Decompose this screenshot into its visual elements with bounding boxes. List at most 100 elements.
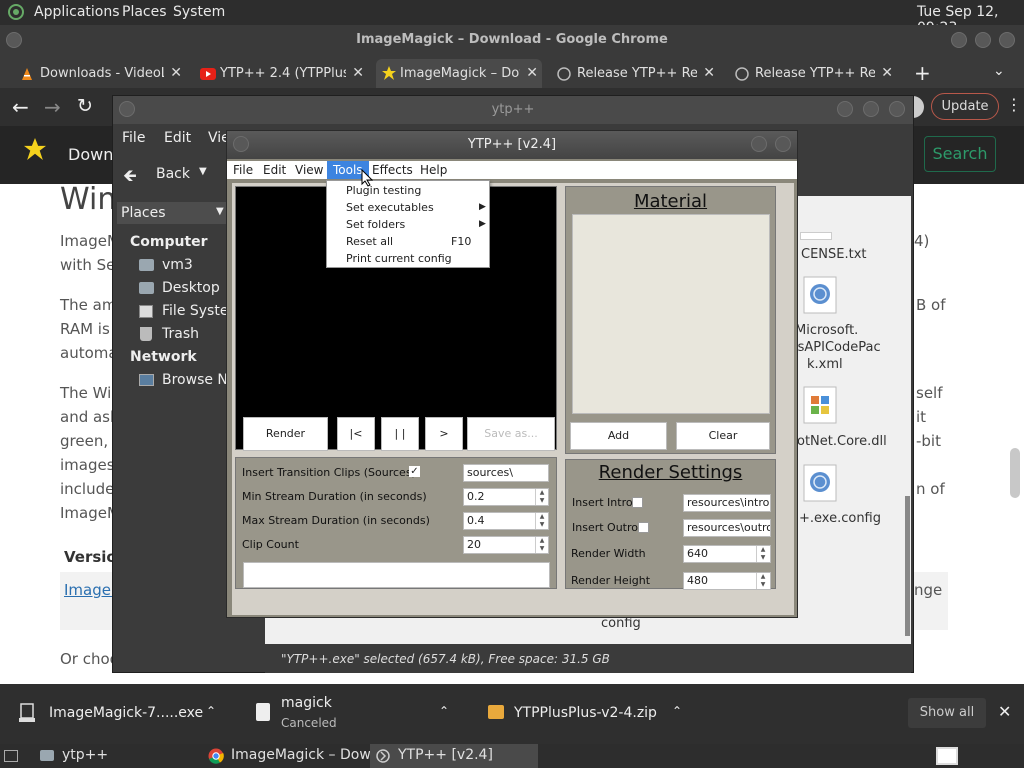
system-menu[interactable]: System xyxy=(173,4,225,20)
workspace-switcher[interactable] xyxy=(936,747,958,765)
chevron-up-icon[interactable]: ⌃ xyxy=(439,704,449,718)
update-button[interactable]: Update xyxy=(931,93,999,120)
file-label[interactable]: otNet.Core.dll xyxy=(797,434,887,449)
tab-release-ytp-2[interactable]: Release YTP++ Rel ✕ xyxy=(731,59,897,88)
dll-icon[interactable] xyxy=(803,386,837,424)
close-tab-icon[interactable]: ✕ xyxy=(526,59,538,88)
file-label[interactable]: +.exe.config xyxy=(799,511,881,526)
reload-icon[interactable]: ↻ xyxy=(77,95,93,117)
sources-field[interactable]: sources\ xyxy=(463,464,549,482)
clear-material-button[interactable]: Clear xyxy=(676,422,770,450)
page-text-line: green, xyxy=(60,432,109,450)
chevron-up-icon[interactable]: ⌃ xyxy=(672,704,682,718)
new-tab-plus-icon[interactable]: + xyxy=(914,61,931,85)
close-button[interactable] xyxy=(999,32,1015,48)
insert-intro-checkbox[interactable] xyxy=(632,497,643,508)
file-label[interactable]: wsAPICodePac xyxy=(787,340,881,355)
window-menu-button[interactable] xyxy=(233,136,249,152)
file-label[interactable]: Microsoft. xyxy=(795,323,858,338)
ytp-menu-effects[interactable]: Effects xyxy=(372,163,413,177)
chevron-up-icon[interactable]: ⌃ xyxy=(206,704,216,718)
fm-scrollbar[interactable] xyxy=(905,496,910,636)
insert-transition-checkbox[interactable]: ✓ xyxy=(409,466,420,477)
minimize-button[interactable] xyxy=(837,101,853,117)
site-search-button[interactable]: Search xyxy=(924,136,996,172)
close-button[interactable] xyxy=(775,136,791,152)
site-nav-download[interactable]: Down xyxy=(68,145,113,164)
forward-arrow-icon[interactable]: → xyxy=(44,95,61,119)
file-label[interactable]: config xyxy=(601,616,641,631)
tab-imagemagick[interactable]: ImageMagick – Dow ✕ xyxy=(376,59,542,88)
render-width-stepper[interactable]: ▲ ▼ xyxy=(756,546,769,562)
places-menu[interactable]: Places xyxy=(122,4,167,20)
taskbar-item-chrome[interactable]: ImageMagick – Dow... xyxy=(204,744,383,768)
page-scrollbar-thumb[interactable] xyxy=(1010,448,1020,498)
intro-path-field[interactable]: resources\intro.m xyxy=(683,494,771,512)
menu-item-reset-all[interactable]: Reset all xyxy=(346,235,393,248)
tab-downloads-videolan[interactable]: Downloads - VideoL ✕ xyxy=(16,59,186,88)
download-item-magick[interactable]: magick Canceled ⌃ xyxy=(240,684,466,744)
or-choose-text: Or choo xyxy=(60,650,119,668)
places-selector[interactable]: Places ▼ xyxy=(117,202,229,224)
close-downloads-icon[interactable]: ✕ xyxy=(998,702,1011,721)
close-tab-icon[interactable]: ✕ xyxy=(170,59,182,88)
render-settings-title: Render Settings xyxy=(598,462,743,483)
settings-panel: Insert Transition Clips (Sources) ✓ sour… xyxy=(235,457,557,589)
add-material-button[interactable]: Add xyxy=(570,422,667,450)
render-button[interactable]: Render xyxy=(243,417,328,451)
next-button[interactable]: > xyxy=(425,417,463,451)
close-button[interactable] xyxy=(889,101,905,117)
window-menu-button[interactable] xyxy=(119,101,135,117)
outro-path-field[interactable]: resources\outro.r xyxy=(683,519,771,537)
minimize-button[interactable] xyxy=(951,32,967,48)
clip-count-stepper[interactable]: ▲ ▼ xyxy=(535,537,548,553)
download-item-ytpplusplus[interactable]: YTPPlusPlus-v2-4.zip ⌃ xyxy=(474,684,700,744)
download-item-imagemagick[interactable]: ImageMagick-7.....exe ⌃ xyxy=(0,684,233,744)
save-as-button[interactable]: Save as... xyxy=(467,417,555,451)
ytp-menu-edit[interactable]: Edit xyxy=(263,163,286,177)
tab-search-chevron-icon[interactable]: ⌄ xyxy=(993,63,1005,79)
tab-strip: Downloads - VideoL ✕ YTP++ 2.4 (YTPPlus … xyxy=(0,55,1024,88)
render-height-stepper[interactable]: ▲ ▼ xyxy=(756,573,769,589)
menu-item-set-executables[interactable]: Set executables xyxy=(346,201,434,214)
file-label[interactable]: k.xml xyxy=(807,357,843,372)
close-tab-icon[interactable]: ✕ xyxy=(881,59,893,88)
close-tab-icon[interactable]: ✕ xyxy=(352,59,364,88)
maximize-button[interactable] xyxy=(975,32,991,48)
fm-back-button[interactable]: 🡸 Back ▼ xyxy=(113,154,225,194)
taskbar-item-ytp-app[interactable]: YTP++ [v2.4] xyxy=(370,744,538,768)
first-frame-button[interactable]: |< xyxy=(337,417,375,451)
applications-menu[interactable]: Applications xyxy=(34,4,120,20)
ytp-menu-file[interactable]: File xyxy=(233,163,253,177)
file-label[interactable]: CENSE.txt xyxy=(801,247,867,262)
tab-release-ytp-1[interactable]: Release YTP++ Rel ✕ xyxy=(553,59,719,88)
close-tab-icon[interactable]: ✕ xyxy=(703,59,715,88)
globe-config-icon[interactable] xyxy=(803,464,837,502)
ytp-menu-help[interactable]: Help xyxy=(420,163,447,177)
window-menu-button[interactable] xyxy=(6,32,22,48)
menu-item-set-folders[interactable]: Set folders xyxy=(346,218,405,231)
fm-menu-edit[interactable]: Edit xyxy=(164,130,191,146)
back-arrow-icon[interactable]: ← xyxy=(12,95,29,119)
log-output-box[interactable] xyxy=(243,562,550,588)
material-list[interactable] xyxy=(572,214,770,414)
menu-item-plugin-testing[interactable]: Plugin testing xyxy=(346,184,421,197)
chrome-menu-icon[interactable]: ⋮ xyxy=(1006,95,1022,114)
show-all-button[interactable]: Show all xyxy=(908,698,986,728)
back-dropdown-icon[interactable]: ▼ xyxy=(199,166,207,177)
max-stream-stepper[interactable]: ▲ ▼ xyxy=(535,513,548,529)
show-desktop-icon[interactable] xyxy=(4,750,18,762)
taskbar-item-ytp-folder[interactable]: ytp++ xyxy=(36,744,198,768)
min-stream-stepper[interactable]: ▲ ▼ xyxy=(535,489,548,505)
pause-button[interactable]: | | xyxy=(381,417,419,451)
minimize-button[interactable] xyxy=(751,136,767,152)
maximize-button[interactable] xyxy=(863,101,879,117)
insert-outro-checkbox[interactable] xyxy=(638,522,649,533)
gnome-foot-icon[interactable] xyxy=(6,3,26,21)
fm-menu-file[interactable]: File xyxy=(122,130,145,146)
globe-xml-icon[interactable] xyxy=(803,276,837,314)
menu-item-print-config[interactable]: Print current config xyxy=(346,252,452,265)
tab-ytp-youtube[interactable]: YTP++ 2.4 (YTPPlus ✕ xyxy=(196,59,368,88)
imagemagick-logo-icon[interactable] xyxy=(24,138,46,160)
ytp-menu-view[interactable]: View xyxy=(295,163,323,177)
